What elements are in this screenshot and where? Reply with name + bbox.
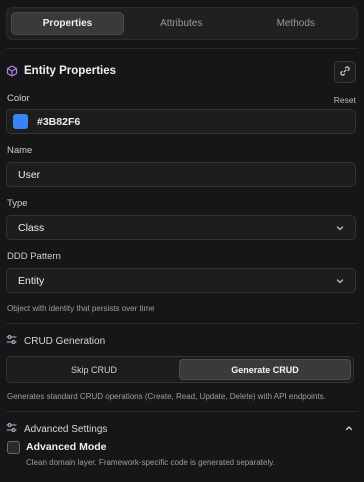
name-value: User xyxy=(18,168,41,181)
color-swatch[interactable] xyxy=(13,114,28,129)
color-field[interactable]: #3B82F6 xyxy=(6,109,356,134)
crud-section-title: CRUD Generation xyxy=(24,335,106,347)
divider xyxy=(6,323,358,324)
chevron-up-icon[interactable] xyxy=(344,423,354,433)
tab-attributes[interactable]: Attributes xyxy=(124,12,239,35)
advanced-mode-label[interactable]: Advanced Mode xyxy=(26,441,107,453)
tab-methods[interactable]: Methods xyxy=(239,12,354,35)
cube-icon xyxy=(6,65,18,77)
chevron-down-icon xyxy=(335,223,345,233)
chevron-down-icon xyxy=(335,276,345,286)
name-input[interactable]: User xyxy=(6,162,356,187)
advanced-mode-description: Clean domain layer. Framework-specific c… xyxy=(26,458,275,467)
crud-description: Generates standard CRUD operations (Crea… xyxy=(7,392,326,401)
ddd-pattern-label: DDD Pattern xyxy=(7,251,61,262)
crud-section-header: CRUD Generation xyxy=(6,334,105,348)
type-label: Type xyxy=(7,198,28,209)
skip-crud-button[interactable]: Skip CRUD xyxy=(9,359,179,380)
type-value: Class xyxy=(18,221,45,234)
ddd-pattern-description: Object with identity that persists over … xyxy=(7,304,155,313)
divider xyxy=(6,411,358,412)
tab-bar: Properties Attributes Methods xyxy=(6,7,358,40)
type-select[interactable]: Class xyxy=(6,215,356,240)
tab-properties[interactable]: Properties xyxy=(11,12,124,35)
advanced-mode-checkbox[interactable] xyxy=(7,441,20,454)
sliders-icon xyxy=(6,334,17,348)
reset-color-button[interactable]: Reset xyxy=(334,95,356,105)
divider xyxy=(6,48,358,49)
sliders-icon xyxy=(6,422,17,436)
generate-crud-button[interactable]: Generate CRUD xyxy=(179,359,351,380)
advanced-settings-title: Advanced Settings xyxy=(24,423,108,435)
advanced-settings-header[interactable]: Advanced Settings xyxy=(6,422,107,436)
color-hex-value: #3B82F6 xyxy=(37,115,81,128)
ddd-pattern-value: Entity xyxy=(18,274,45,287)
link-icon xyxy=(339,65,351,80)
crud-toggle: Skip CRUD Generate CRUD xyxy=(6,356,354,383)
properties-panel: Properties Attributes Methods Entity Pro… xyxy=(0,0,364,482)
name-label: Name xyxy=(7,145,33,156)
copy-link-button[interactable] xyxy=(334,61,356,83)
color-label: Color xyxy=(7,93,30,104)
section-header: Entity Properties xyxy=(6,65,116,77)
ddd-pattern-select[interactable]: Entity xyxy=(6,268,356,293)
section-title: Entity Properties xyxy=(24,65,117,77)
